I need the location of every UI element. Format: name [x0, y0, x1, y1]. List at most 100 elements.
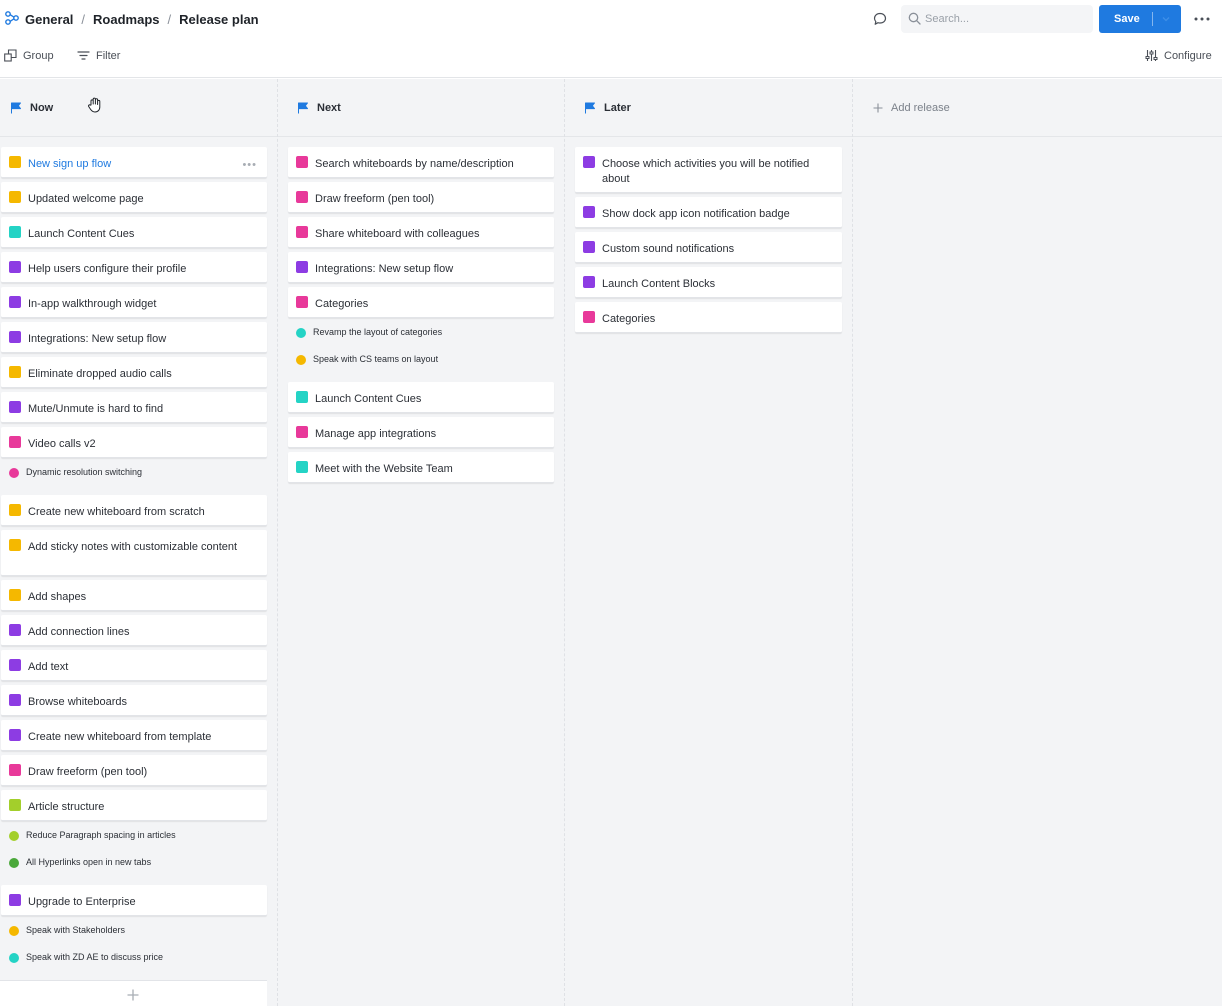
status-color-square [9, 226, 21, 238]
add-release-button[interactable]: Add release [873, 102, 950, 114]
feature-card[interactable]: Meet with the Website Team [288, 452, 554, 483]
sub-item[interactable]: Dynamic resolution switching [1, 460, 267, 486]
column-divider [852, 79, 853, 1006]
feature-card-label: Share whiteboard with colleagues [315, 228, 480, 240]
feature-card-label: Launch Content Cues [28, 228, 135, 240]
more-options-icon[interactable] [1194, 17, 1210, 21]
sub-item-label: Speak with ZD AE to discuss price [26, 952, 164, 962]
status-color-square [583, 241, 595, 253]
sub-item[interactable]: Speak with ZD AE to discuss price [1, 945, 267, 971]
configure-label: Configure [1164, 49, 1212, 62]
feature-card-label: Categories [315, 298, 369, 310]
card-more-options-icon[interactable]: ••• [242, 159, 257, 171]
feature-card[interactable]: Mute/Unmute is hard to find [1, 392, 267, 423]
feature-card-label: Add shapes [28, 591, 87, 603]
feature-card[interactable]: Create new whiteboard from template [1, 720, 267, 751]
feature-card-label: Custom sound notifications [602, 243, 735, 255]
feature-card[interactable]: Launch Content Cues [288, 382, 554, 413]
release-flag-icon [585, 102, 595, 113]
feature-card[interactable]: Share whiteboard with colleagues [288, 217, 554, 248]
feature-card[interactable]: Choose which activities you will be noti… [575, 147, 842, 193]
feature-card-label: Upgrade to Enterprise [28, 896, 136, 908]
feature-card[interactable]: Article structure [1, 790, 267, 821]
feature-card-label: Meet with the Website Team [315, 463, 453, 475]
feature-card[interactable]: Custom sound notifications [575, 232, 842, 263]
breadcrumb-item-roadmaps[interactable]: Roadmaps [93, 12, 159, 27]
release-flag-icon [11, 102, 21, 113]
feature-card-label: Add sticky notes with customizable conte… [28, 541, 238, 553]
add-card-button[interactable] [0, 980, 267, 1006]
status-color-dot [9, 926, 19, 936]
feature-card[interactable]: Search whiteboards by name/description [288, 147, 554, 178]
feature-card[interactable]: Updated welcome page [1, 182, 267, 213]
feature-card[interactable]: Draw freeform (pen tool) [288, 182, 554, 213]
status-color-square [9, 589, 21, 601]
status-color-square [9, 191, 21, 203]
sub-item[interactable]: Revamp the layout of categories [288, 320, 554, 346]
sub-item[interactable]: Speak with CS teams on layout [288, 347, 554, 373]
feature-card-label: Show dock app icon notification badge [602, 208, 790, 220]
feature-card[interactable]: Add shapes [1, 580, 267, 611]
chevron-down-icon[interactable] [1159, 12, 1173, 26]
feature-card[interactable]: Help users configure their profile [1, 252, 267, 283]
comment-icon[interactable] [872, 11, 888, 27]
status-color-square [9, 504, 21, 516]
column-title: Now [30, 101, 54, 114]
roadmap-logo-icon[interactable] [5, 11, 19, 25]
sub-item[interactable]: All Hyperlinks open in new tabs [1, 850, 267, 876]
status-color-square [9, 331, 21, 343]
feature-card[interactable]: Integrations: New setup flow [1, 322, 267, 353]
feature-card[interactable]: Add connection lines [1, 615, 267, 646]
status-color-square [583, 156, 595, 168]
feature-card[interactable]: Browse whiteboards [1, 685, 267, 716]
feature-card[interactable]: Upgrade to Enterprise [1, 885, 267, 916]
filter-button[interactable]: Filter [77, 49, 120, 62]
breadcrumb-item-general[interactable]: General [25, 12, 73, 27]
search-box[interactable] [901, 5, 1093, 33]
feature-card[interactable]: Show dock app icon notification badge [575, 197, 842, 228]
feature-card-label: Choose which activities you will be noti… [602, 158, 810, 185]
feature-card[interactable]: Manage app integrations [288, 417, 554, 448]
sub-item-label: Speak with CS teams on layout [313, 354, 439, 364]
status-color-square [9, 624, 21, 636]
feature-card[interactable]: Add sticky notes with customizable conte… [1, 530, 267, 576]
breadcrumb-item-release-plan[interactable]: Release plan [179, 12, 259, 27]
feature-card-label: Mute/Unmute is hard to find [28, 403, 164, 415]
group-label: Group [23, 49, 54, 62]
feature-card-label: Article structure [28, 801, 105, 813]
status-color-square [296, 261, 308, 273]
status-color-square [9, 436, 21, 448]
add-release-label: Add release [891, 101, 950, 114]
status-color-square [583, 206, 595, 218]
sub-item-label: Revamp the layout of categories [313, 327, 443, 337]
column-header-next[interactable]: Next [278, 79, 564, 137]
sub-item[interactable]: Speak with Stakeholders [1, 918, 267, 944]
sub-item[interactable]: Reduce Paragraph spacing in articles [1, 823, 267, 849]
feature-card[interactable]: Add text [1, 650, 267, 681]
feature-card[interactable]: Categories [575, 302, 842, 333]
status-color-square [9, 401, 21, 413]
feature-card[interactable]: New sign up flow ••• [1, 147, 267, 178]
feature-card[interactable]: In-app walkthrough widget [1, 287, 267, 318]
release-board: Now Next Later Add release New sign up f… [0, 79, 1222, 1006]
save-button[interactable]: Save [1099, 5, 1181, 33]
status-color-square [9, 156, 21, 168]
configure-button[interactable]: Configure [1145, 49, 1212, 62]
feature-card[interactable]: Categories [288, 287, 554, 318]
group-button[interactable]: Group [4, 49, 54, 62]
feature-card[interactable]: Launch Content Blocks [575, 267, 842, 298]
status-color-square [9, 894, 21, 906]
status-color-square [583, 276, 595, 288]
grab-cursor-icon [88, 97, 101, 113]
search-input[interactable] [925, 9, 1085, 29]
column-header-later[interactable]: Later [565, 79, 852, 137]
feature-card[interactable]: Eliminate dropped audio calls [1, 357, 267, 388]
feature-card[interactable]: Launch Content Cues [1, 217, 267, 248]
feature-card[interactable]: Video calls v2 [1, 427, 267, 458]
column-header-now[interactable]: Now [0, 79, 277, 137]
feature-card-label: Browse whiteboards [28, 696, 128, 708]
feature-card[interactable]: Integrations: New setup flow [288, 252, 554, 283]
feature-card[interactable]: Create new whiteboard from scratch [1, 495, 267, 526]
feature-card-label: Updated welcome page [28, 193, 144, 205]
feature-card[interactable]: Draw freeform (pen tool) [1, 755, 267, 786]
